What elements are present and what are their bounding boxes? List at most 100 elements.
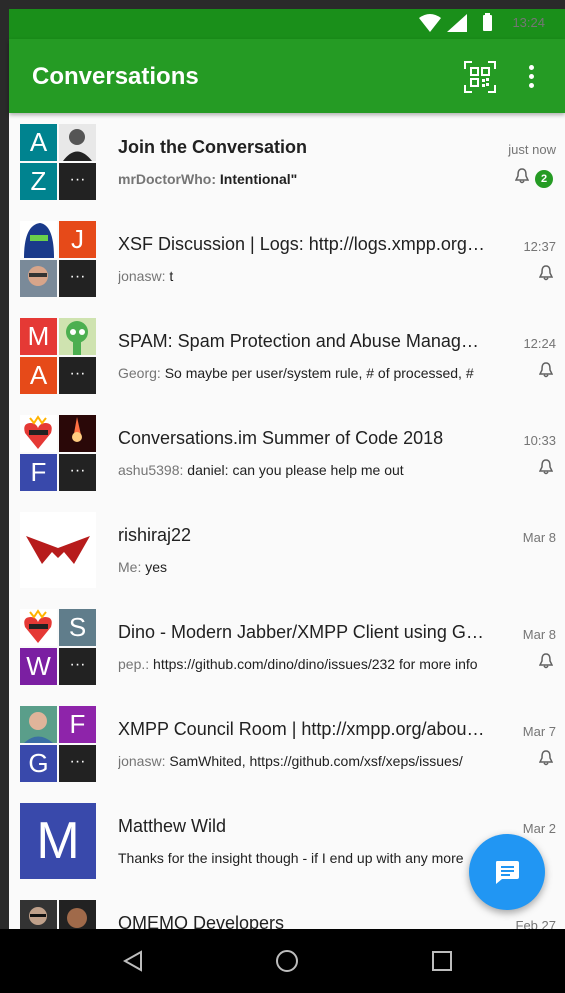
preview-message: daniel: can you please help me out: [187, 462, 404, 478]
avatar-tile: M: [20, 318, 57, 355]
back-icon[interactable]: [122, 950, 143, 977]
bell-icon: [514, 168, 530, 189]
avatar-photo: [59, 900, 96, 929]
wifi-icon: [419, 14, 441, 36]
conversation-preview: Georg: So maybe per user/system rule, # …: [118, 365, 523, 381]
avatar-photo: [20, 512, 96, 588]
avatar-more: ···: [59, 745, 96, 782]
more-vert-icon[interactable]: [529, 65, 535, 92]
preview-message: Thanks for the insight though - if I end…: [118, 850, 464, 866]
conversation-list[interactable]: A Z ··· Join the Conversation just now m…: [9, 113, 565, 929]
conversation-time: Feb 27: [515, 918, 556, 929]
conversation-name: Dino - Modern Jabber/XMPP Client using G…: [118, 622, 488, 642]
preview-sender: pep.:: [118, 656, 150, 672]
conversation-time: Mar 8: [522, 530, 556, 545]
conversation-preview: ashu5398: daniel: can you please help me…: [118, 462, 523, 478]
avatar-photo: [20, 221, 57, 258]
new-conversation-button[interactable]: [469, 834, 545, 910]
preview-sender: jonasw:: [118, 753, 166, 769]
recents-icon[interactable]: [432, 951, 452, 971]
conversation-row[interactable]: F G ··· XMPP Council Room | http://xmpp.…: [9, 695, 565, 792]
conversation-row[interactable]: rishiraj22 Mar 8 Me: yes: [9, 501, 565, 598]
avatar: J ···: [20, 221, 96, 297]
avatar-tile: F: [20, 454, 57, 491]
device-frame-left: [0, 0, 9, 993]
conversation-time: Mar 8: [522, 627, 556, 642]
page-title: Conversations: [32, 63, 199, 90]
avatar-more: ···: [59, 260, 96, 297]
avatar-tile: F: [59, 706, 96, 743]
preview-message: So maybe per user/system rule, # of proc…: [164, 365, 474, 381]
status-bar: 13:24: [9, 9, 565, 39]
avatar-photo: [20, 260, 57, 297]
navigation-bar: [0, 929, 565, 993]
avatar-tile: M: [20, 803, 96, 879]
avatar-more: ···: [59, 163, 96, 200]
conversation-time: just now: [508, 142, 556, 157]
avatar-tile: S: [59, 609, 96, 646]
avatar-more: ···: [59, 648, 96, 685]
app-bar: Conversations: [9, 39, 565, 113]
conversation-row[interactable]: S W ··· Dino - Modern Jabber/XMPP Client…: [9, 598, 565, 695]
avatar: [20, 512, 96, 588]
avatar: F G ···: [20, 706, 96, 782]
avatar-tile: A: [20, 124, 57, 161]
avatar-more: ···: [59, 454, 96, 491]
avatar-photo: [59, 318, 96, 355]
avatar-photo: [59, 415, 96, 452]
avatar-tile: Z: [20, 163, 57, 200]
conversation-preview: Thanks for the insight though - if I end…: [118, 850, 523, 866]
conversation-time: 12:37: [523, 239, 556, 254]
conversation-preview: pep.: https://github.com/dino/dino/issue…: [118, 656, 523, 672]
conversation-name: OMEMO Developers: [118, 913, 285, 929]
avatar-photo: [20, 609, 57, 646]
conversation-time: 10:33: [523, 433, 556, 448]
avatar-tile: W: [20, 648, 57, 685]
conversation-name: rishiraj22: [118, 525, 192, 545]
preview-sender: mrDoctorWho:: [118, 171, 216, 187]
conversation-time: 12:24: [523, 336, 556, 351]
avatar-photo: [20, 900, 57, 929]
bell-icon: [538, 362, 554, 383]
bell-icon: [538, 459, 554, 480]
conversation-name: XMPP Council Room | http://xmpp.org/abou…: [118, 719, 488, 739]
avatar-tile: G: [20, 745, 57, 782]
bell-icon: [538, 750, 554, 771]
avatar-tile: A: [20, 357, 57, 394]
conversation-name: XSF Discussion | Logs: http://logs.xmpp.…: [118, 234, 488, 254]
avatar-photo: [59, 124, 96, 161]
avatar: M A ···: [20, 318, 96, 394]
avatar-photo: [20, 415, 57, 452]
conversation-time: Mar 7: [522, 724, 556, 739]
bell-icon: [538, 265, 554, 286]
home-icon[interactable]: [276, 950, 298, 972]
new-message-icon: [496, 861, 519, 884]
avatar: A Z ···: [20, 124, 96, 200]
conversation-preview: mrDoctorWho: Intentional": [118, 171, 523, 187]
preview-message: https://github.com/dino/dino/issues/232 …: [153, 656, 478, 672]
conversation-name: Join the Conversation: [118, 137, 308, 157]
preview-sender: jonasw:: [118, 268, 166, 284]
preview-message: SamWhited, https://github.com/xsf/xeps/i…: [169, 753, 463, 769]
conversation-row[interactable]: M A ··· SPAM: Spam Protection and Abuse …: [9, 307, 565, 404]
preview-sender: ashu5398:: [118, 462, 184, 478]
preview-message: yes: [145, 559, 168, 575]
signal-icon: [447, 14, 467, 36]
conversation-row[interactable]: F ··· Conversations.im Summer of Code 20…: [9, 404, 565, 501]
avatar: F ···: [20, 415, 96, 491]
bell-icon: [538, 653, 554, 674]
conversation-name: Matthew Wild: [118, 816, 227, 836]
conversation-row[interactable]: A Z ··· Join the Conversation just now m…: [9, 113, 565, 210]
device-frame-top: [0, 0, 565, 9]
avatar-more: ···: [59, 357, 96, 394]
conversation-row[interactable]: J ··· XSF Discussion | Logs: http://logs…: [9, 210, 565, 307]
preview-message: t: [169, 268, 174, 284]
avatar-photo: [20, 706, 57, 743]
conversation-name: Conversations.im Summer of Code 2018: [118, 428, 444, 448]
conversation-time: Mar 2: [522, 821, 556, 836]
qr-code-icon[interactable]: [464, 61, 496, 98]
conversation-name: SPAM: Spam Protection and Abuse Manageme…: [118, 331, 488, 351]
preview-message: Intentional": [219, 171, 298, 187]
battery-icon: [483, 13, 492, 31]
avatar: [20, 900, 96, 929]
